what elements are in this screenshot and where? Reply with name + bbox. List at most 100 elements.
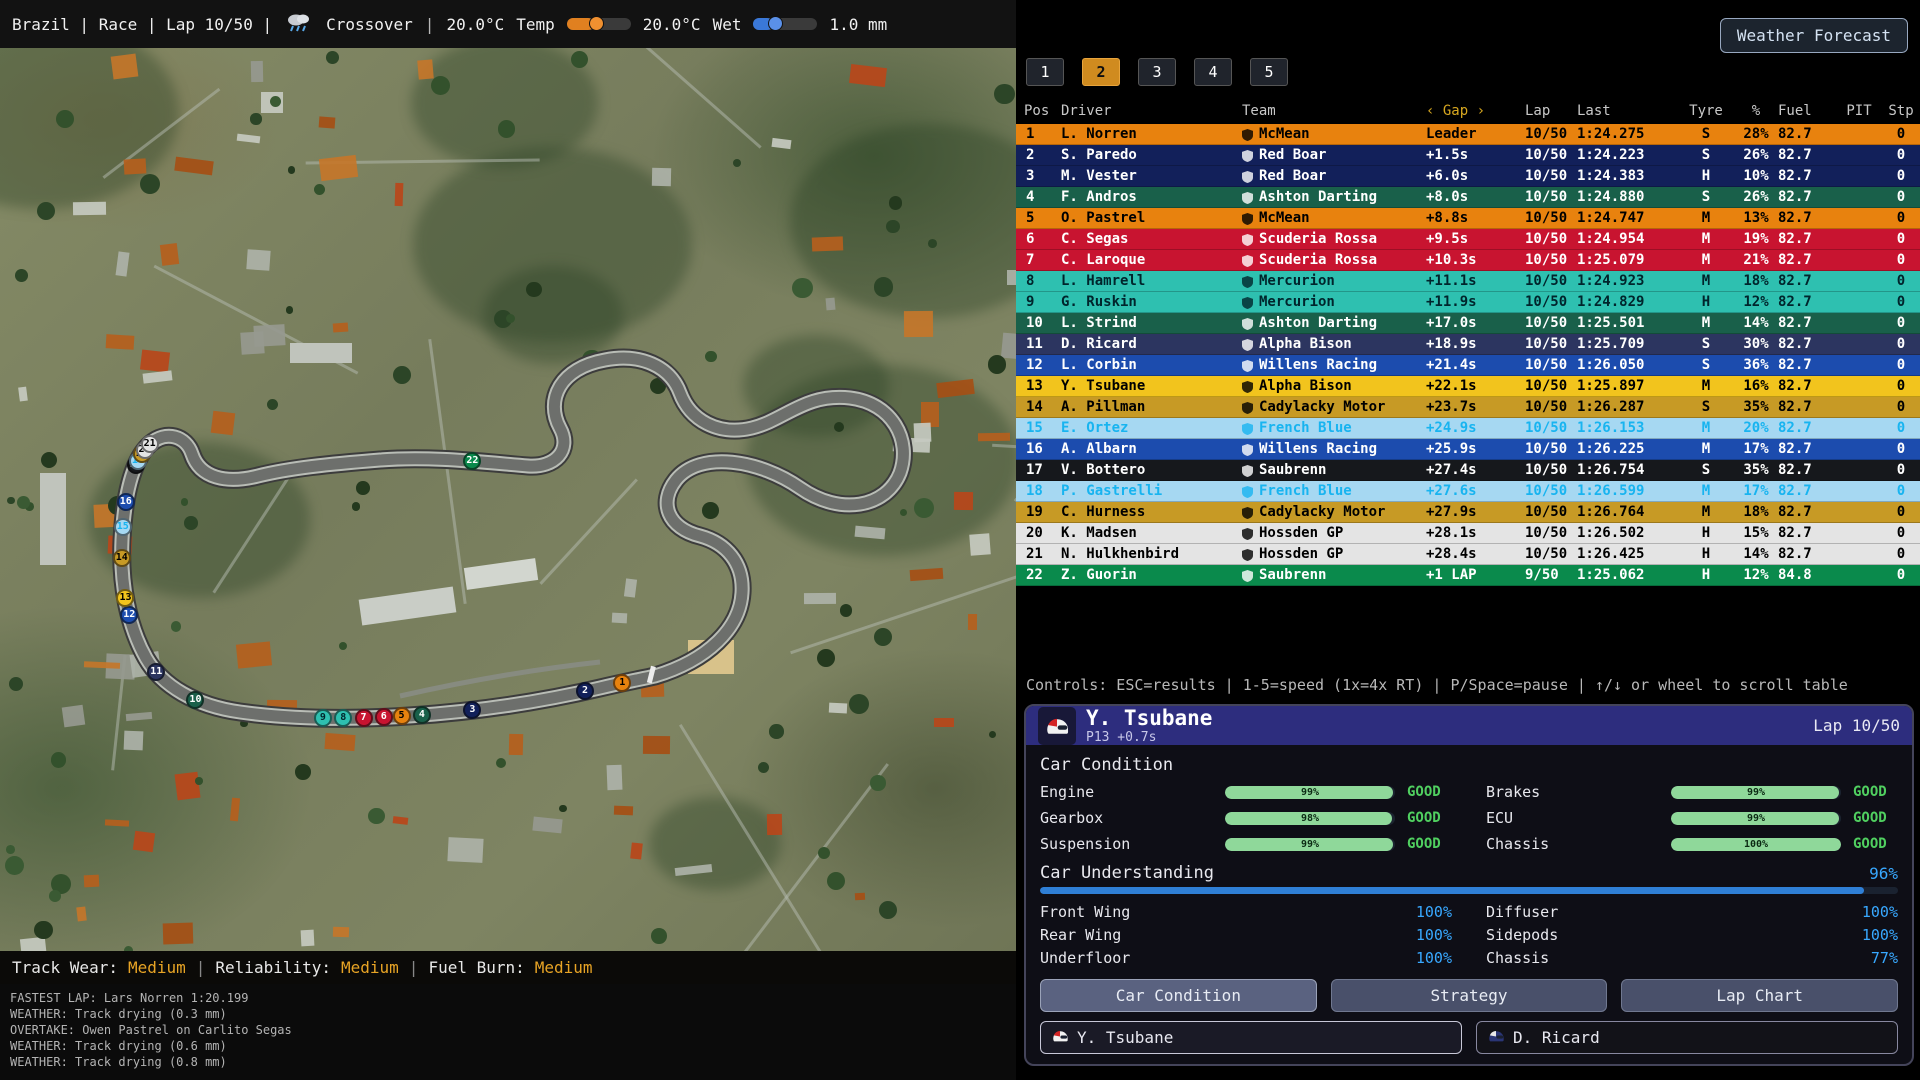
speed-button-1[interactable]: 1 bbox=[1026, 58, 1064, 86]
cell-last-time: 1:24.383 bbox=[1577, 166, 1678, 187]
car-understanding-row: Car Understanding 96% bbox=[1040, 863, 1898, 883]
cell-fuel: 82.7 bbox=[1778, 292, 1836, 313]
temp-slider[interactable] bbox=[567, 18, 631, 30]
cell-stops: 0 bbox=[1882, 187, 1920, 208]
standings-row-p18[interactable]: 18P. GastrelliFrench Blue+27.6s10/501:26… bbox=[1016, 481, 1920, 502]
condition-suspension: Suspension99%GOOD bbox=[1040, 833, 1452, 855]
team-name: Willens Racing bbox=[1259, 355, 1377, 376]
driver-tab-label: Y. Tsubane bbox=[1077, 1028, 1173, 1047]
cell-team: McMean bbox=[1242, 124, 1426, 145]
cell-pit bbox=[1836, 334, 1882, 355]
cell-tyre: S bbox=[1678, 145, 1734, 166]
cell-pit bbox=[1836, 229, 1882, 250]
team-name: Hossden GP bbox=[1259, 544, 1343, 565]
cell-stops: 0 bbox=[1882, 124, 1920, 145]
cell-gap: +23.7s bbox=[1426, 397, 1525, 418]
cell-stops: 0 bbox=[1882, 376, 1920, 397]
cell-team: McMean bbox=[1242, 208, 1426, 229]
driver-tab-y-tsubane[interactable]: Y. Tsubane bbox=[1040, 1021, 1462, 1054]
column-header-gap[interactable]: ‹ Gap › bbox=[1426, 100, 1525, 122]
cell-driver: S. Paredo bbox=[1061, 145, 1242, 166]
cell-fuel: 82.7 bbox=[1778, 502, 1836, 523]
standings-row-p8[interactable]: 8L. HamrellMercurion+11.1s10/501:24.923M… bbox=[1016, 271, 1920, 292]
cell-team: Saubrenn bbox=[1242, 565, 1426, 586]
team-name: Mercurion bbox=[1259, 292, 1335, 313]
column-header-tyre: Tyre bbox=[1678, 100, 1734, 122]
standings-row-p9[interactable]: 9G. RuskinMercurion+11.9s10/501:24.829H1… bbox=[1016, 292, 1920, 313]
cell-tyre-wear: 20% bbox=[1734, 418, 1778, 439]
cell-last-time: 1:25.501 bbox=[1577, 313, 1678, 334]
standings-row-p7[interactable]: 7C. LaroqueScuderia Rossa+10.3s10/501:25… bbox=[1016, 250, 1920, 271]
part-label: Rear Wing bbox=[1040, 925, 1121, 946]
standings-row-p10[interactable]: 10L. StrindAshton Darting+17.0s10/501:25… bbox=[1016, 313, 1920, 334]
cell-tyre-wear: 16% bbox=[1734, 376, 1778, 397]
track-map[interactable]: 12345678910111213141516171819202122 bbox=[0, 48, 1016, 951]
cell-pit bbox=[1836, 523, 1882, 544]
standings-row-p12[interactable]: 12L. CorbinWillens Racing+21.4s10/501:26… bbox=[1016, 355, 1920, 376]
cell-driver: F. Andros bbox=[1061, 187, 1242, 208]
weather-forecast-button[interactable]: Weather Forecast bbox=[1720, 18, 1908, 53]
cell-driver: L. Corbin bbox=[1061, 355, 1242, 376]
cell-fuel: 82.7 bbox=[1778, 187, 1836, 208]
map-car-p15: 15 bbox=[114, 518, 132, 536]
standings-row-p4[interactable]: 4F. AndrosAshton Darting+8.0s10/501:24.8… bbox=[1016, 187, 1920, 208]
cell-position: 19 bbox=[1016, 502, 1061, 523]
team-logo-icon bbox=[1242, 465, 1254, 477]
condition-pct: 99% bbox=[1225, 838, 1395, 851]
cell-last-time: 1:25.062 bbox=[1577, 565, 1678, 586]
standings-row-p6[interactable]: 6C. SegasScuderia Rossa+9.5s10/501:24.95… bbox=[1016, 229, 1920, 250]
standings-row-p3[interactable]: 3M. VesterRed Boar+6.0s10/501:24.383H10%… bbox=[1016, 166, 1920, 187]
standings-row-p14[interactable]: 14A. PillmanCadylacky Motor+23.7s10/501:… bbox=[1016, 397, 1920, 418]
standings-row-p19[interactable]: 19C. HurnessCadylacky Motor+27.9s10/501:… bbox=[1016, 502, 1920, 523]
wetness-slider[interactable] bbox=[753, 18, 817, 30]
team-name: Red Boar bbox=[1259, 166, 1326, 187]
cell-position: 22 bbox=[1016, 565, 1061, 586]
standings-row-p16[interactable]: 16A. AlbarnWillens Racing+25.9s10/501:26… bbox=[1016, 439, 1920, 460]
cell-driver: P. Gastrelli bbox=[1061, 481, 1242, 502]
standings-row-p1[interactable]: 1L. NorrenMcMeanLeader10/501:24.275S28%8… bbox=[1016, 124, 1920, 145]
car-understanding-value: 96% bbox=[1869, 864, 1898, 883]
column-header-driver: Driver bbox=[1061, 100, 1242, 122]
speed-button-3[interactable]: 3 bbox=[1138, 58, 1176, 86]
team-name: Alpha Bison bbox=[1259, 334, 1352, 355]
cell-fuel: 82.7 bbox=[1778, 124, 1836, 145]
condition-label: Gearbox bbox=[1040, 809, 1225, 827]
standings-row-p22[interactable]: 22Z. GuorinSaubrenn+1 LAP9/501:25.062H12… bbox=[1016, 565, 1920, 586]
standings-row-p2[interactable]: 2S. ParedoRed Boar+1.5s10/501:24.223S26%… bbox=[1016, 145, 1920, 166]
standings-row-p11[interactable]: 11D. RicardAlpha Bison+18.9s10/501:25.70… bbox=[1016, 334, 1920, 355]
standings-row-p15[interactable]: 15E. OrtezFrench Blue+24.9s10/501:26.153… bbox=[1016, 418, 1920, 439]
driver-tab-d-ricard[interactable]: D. Ricard bbox=[1476, 1021, 1898, 1054]
rain-cloud-icon bbox=[284, 11, 314, 37]
strategy-button[interactable]: Strategy bbox=[1331, 979, 1608, 1012]
team-name: Cadylacky Motor bbox=[1259, 502, 1385, 523]
cell-position: 5 bbox=[1016, 208, 1061, 229]
map-car-p14: 14 bbox=[113, 549, 131, 567]
cell-team: Mercurion bbox=[1242, 292, 1426, 313]
cell-tyre: M bbox=[1678, 439, 1734, 460]
car-condition-button[interactable]: Car Condition bbox=[1040, 979, 1317, 1012]
standings-header: PosDriverTeam‹ Gap ›LapLastTyre%FuelPITS… bbox=[1016, 100, 1920, 122]
car-understanding-label: Car Understanding bbox=[1040, 863, 1214, 883]
cell-team: Scuderia Rossa bbox=[1242, 250, 1426, 271]
car-panel-lap: Lap 10/50 bbox=[1813, 716, 1900, 735]
standings-row-p21[interactable]: 21N. HulkhenbirdHossden GP+28.4s10/501:2… bbox=[1016, 544, 1920, 565]
speed-button-2[interactable]: 2 bbox=[1082, 58, 1120, 86]
map-car-p21: 21 bbox=[141, 435, 159, 453]
standings-row-p17[interactable]: 17V. BotteroSaubrenn+27.4s10/501:26.754S… bbox=[1016, 460, 1920, 481]
lap-chart-button[interactable]: Lap Chart bbox=[1621, 979, 1898, 1012]
cell-last-time: 1:26.287 bbox=[1577, 397, 1678, 418]
cell-last-time: 1:24.829 bbox=[1577, 292, 1678, 313]
cell-tyre-wear: 18% bbox=[1734, 271, 1778, 292]
cell-pit bbox=[1836, 397, 1882, 418]
standings-row-p5[interactable]: 5O. PastrelMcMean+8.8s10/501:24.747M13%8… bbox=[1016, 208, 1920, 229]
cell-team: Saubrenn bbox=[1242, 460, 1426, 481]
cell-tyre: H bbox=[1678, 523, 1734, 544]
standings-row-p20[interactable]: 20K. MadsenHossden GP+28.1s10/501:26.502… bbox=[1016, 523, 1920, 544]
condition-status: GOOD bbox=[1407, 810, 1441, 826]
cell-tyre: S bbox=[1678, 460, 1734, 481]
separator: | bbox=[409, 958, 419, 977]
speed-button-4[interactable]: 4 bbox=[1194, 58, 1232, 86]
helmet-icon bbox=[1051, 1027, 1069, 1049]
standings-row-p13[interactable]: 13Y. TsubaneAlpha Bison+22.1s10/501:25.8… bbox=[1016, 376, 1920, 397]
speed-button-5[interactable]: 5 bbox=[1250, 58, 1288, 86]
